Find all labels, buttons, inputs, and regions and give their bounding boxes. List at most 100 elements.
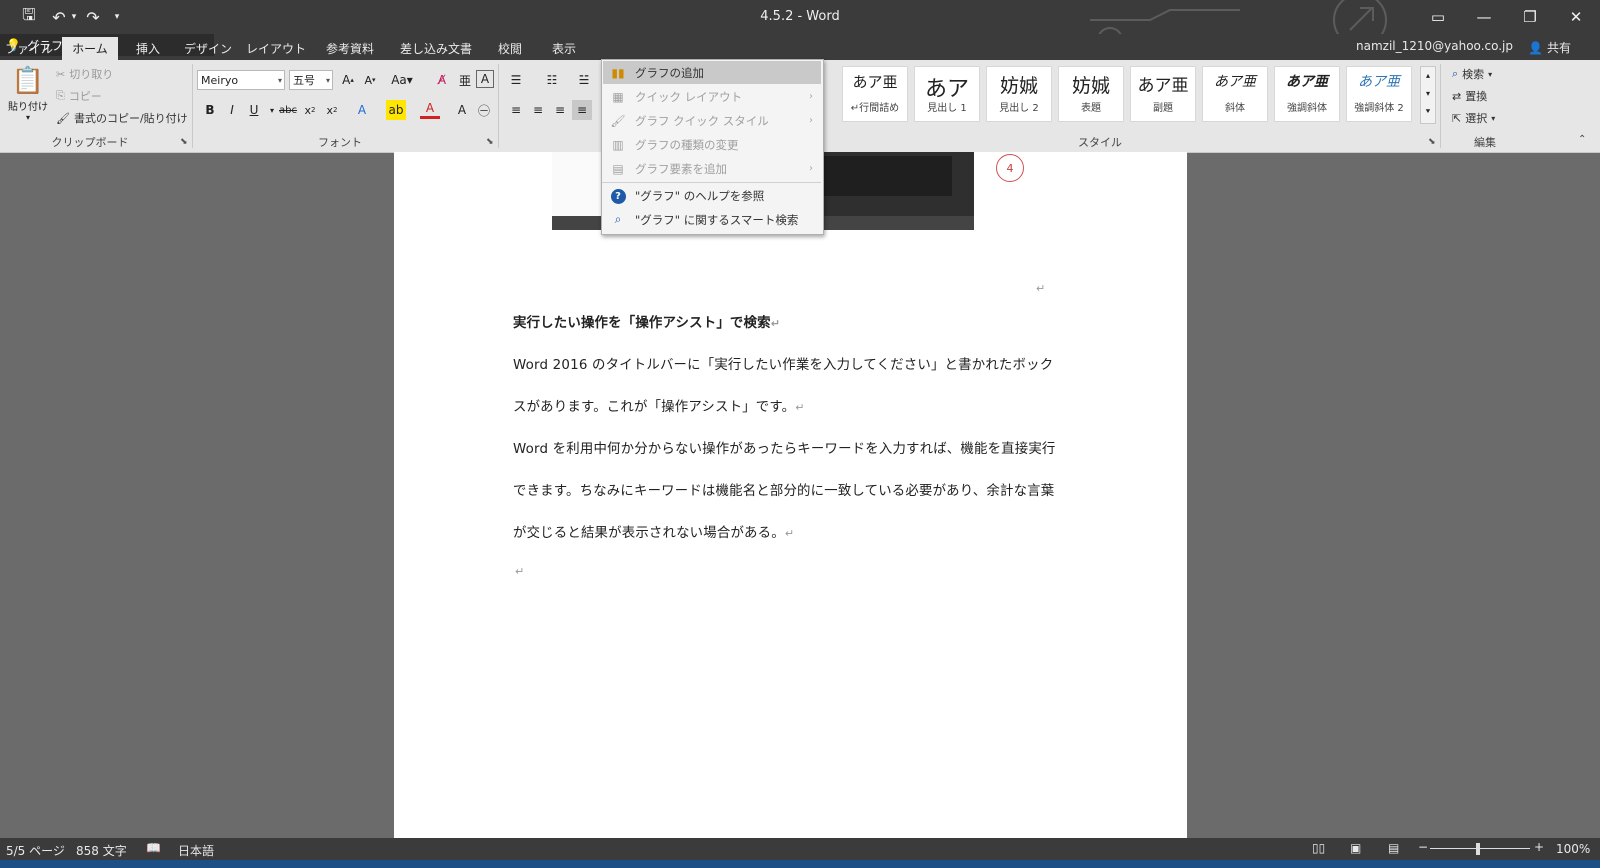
bold-icon[interactable]: B — [200, 100, 220, 120]
grow-font-icon[interactable]: A ▴ — [338, 70, 358, 90]
style-subtitle[interactable]: あア亜 副題 — [1130, 66, 1196, 122]
font-name-combo[interactable]: Meiryo ▾ — [197, 70, 285, 90]
language-indicator[interactable]: 日本語 — [178, 842, 214, 859]
character-shading-icon[interactable]: A — [452, 100, 472, 120]
strikethrough-icon[interactable]: abc — [278, 100, 298, 120]
menu-item-chart-quick-style[interactable]: 🖌 グラフ クイック スタイル › — [603, 109, 821, 132]
copy-label: コピー — [68, 90, 102, 103]
paragraph-mark: ↵ — [795, 401, 805, 414]
menu-item-label: "グラフ" のヘルプを参照 — [635, 188, 765, 203]
style-emphasis[interactable]: あア亜 斜体 — [1202, 66, 1268, 122]
chevron-right-icon: › — [809, 163, 813, 174]
style-heading-1[interactable]: あア 見出し 1 — [914, 66, 980, 122]
highlight-icon[interactable]: ab — [386, 100, 406, 120]
bullets-icon[interactable]: ☰ — [506, 70, 526, 90]
zoom-slider-thumb[interactable] — [1476, 843, 1480, 855]
font-dialog-launcher-icon[interactable]: ⬊ — [486, 137, 494, 147]
print-layout-icon[interactable]: ▣ — [1350, 841, 1361, 855]
phonetic-guide-icon[interactable]: 亜 — [455, 70, 475, 90]
align-left-icon[interactable]: ≡ — [506, 100, 526, 120]
subscript-icon[interactable]: x2 — [300, 100, 320, 120]
zoom-in-icon[interactable]: + — [1534, 840, 1544, 854]
web-layout-icon[interactable]: ▤ — [1388, 841, 1399, 855]
ribbon-display-options-icon[interactable]: ▭ — [1418, 4, 1458, 30]
minimize-icon[interactable]: — — [1464, 4, 1504, 30]
smart-search-icon: ⌕ — [614, 212, 622, 226]
word-count[interactable]: 858 文字 — [76, 842, 127, 859]
body-line: が交じると結果が表示されない場合がある。↵ — [513, 521, 794, 541]
proofing-icon[interactable]: 📖 — [146, 841, 161, 855]
cut-button[interactable]: ✂ 切り取り — [56, 66, 113, 82]
enclose-characters-icon[interactable]: ㊀ — [474, 100, 494, 120]
close-icon[interactable]: ✕ — [1556, 4, 1596, 30]
styles-gallery-scroller[interactable]: ▴ ▾ ⯆ — [1420, 66, 1436, 124]
text-effects-icon[interactable]: A — [352, 100, 372, 120]
collapse-ribbon-icon[interactable]: ⌃ — [1578, 134, 1586, 145]
tab-home[interactable]: ホーム — [62, 37, 118, 60]
change-case-icon[interactable]: Aa▾ — [388, 70, 416, 90]
justify-icon[interactable]: ≡ — [572, 100, 592, 120]
style-name: ↵行間詰め — [850, 103, 900, 114]
multilevel-list-icon[interactable]: ☱ — [574, 70, 594, 90]
italic-icon[interactable]: I — [222, 100, 242, 120]
character-border-icon[interactable]: A — [476, 70, 494, 88]
chevron-right-icon: › — [809, 91, 813, 102]
tab-insert[interactable]: 挿入 — [128, 37, 168, 60]
paste-button[interactable]: 📋 貼り付け ▾ — [6, 64, 50, 128]
style-intense-emphasis[interactable]: あア亜 強調斜体 — [1274, 66, 1340, 122]
format-painter-button[interactable]: 🖌 書式のコピー/貼り付け — [56, 110, 188, 126]
style-intense-emphasis-2[interactable]: あア亜 強調斜体 2 — [1346, 66, 1412, 122]
style-sample: あア亜 — [1358, 74, 1400, 90]
align-center-icon[interactable]: ≡ — [528, 100, 548, 120]
restore-icon[interactable]: ❐ — [1510, 4, 1550, 30]
style-name: 強調斜体 — [1287, 103, 1327, 114]
select-label: 選択 — [1465, 112, 1488, 125]
style-sample: あア亜 — [1137, 76, 1189, 96]
menu-item-get-help[interactable]: ? "グラフ" のヘルプを参照 — [603, 184, 821, 207]
style-name: 副題 — [1153, 103, 1173, 114]
tab-layout[interactable]: レイアウト — [244, 37, 308, 60]
select-button[interactable]: ⇱ 選択 ▾ — [1452, 110, 1495, 126]
zoom-level[interactable]: 100% — [1556, 842, 1590, 856]
paragraph-mark: ↵ — [515, 565, 525, 578]
clipboard-dialog-launcher-icon[interactable]: ⬊ — [180, 137, 188, 147]
align-right-icon[interactable]: ≡ — [550, 100, 570, 120]
styles-dialog-launcher-icon[interactable]: ⬊ — [1428, 137, 1436, 147]
font-size-value: 五号 — [293, 74, 315, 87]
zoom-slider-track[interactable] — [1430, 848, 1530, 849]
page-count[interactable]: 5/5 ページ — [6, 842, 65, 859]
menu-item-label: グラフ要素を追加 — [635, 161, 727, 176]
copy-button[interactable]: ⎘ コピー — [56, 88, 102, 104]
style-heading-2[interactable]: 妨娍 見出し 2 — [986, 66, 1052, 122]
ribbon-tab-bar: ファイル ホーム 挿入 デザイン レイアウト 参考資料 差し込み文書 校閲 表示… — [0, 34, 1600, 60]
paragraph-mark: ↵ — [784, 527, 795, 540]
tab-file[interactable]: ファイル — [4, 37, 54, 60]
style-no-spacing[interactable]: あア亜 ↵行間詰め — [842, 66, 908, 122]
tab-mailings[interactable]: 差し込み文書 — [394, 37, 478, 60]
shrink-font-icon[interactable]: A ▾ — [360, 70, 380, 90]
menu-item-change-chart-type[interactable]: ▥ グラフの種類の変更 — [603, 133, 821, 156]
numbering-icon[interactable]: ☷ — [542, 70, 562, 90]
underline-icon[interactable]: U — [244, 100, 264, 120]
tab-view[interactable]: 表示 — [544, 37, 584, 60]
style-title[interactable]: 妨娍 表題 — [1058, 66, 1124, 122]
clear-formatting-icon[interactable]: A̸ — [432, 70, 452, 90]
group-separator — [1440, 64, 1441, 148]
menu-item-smart-lookup[interactable]: ⌕ "グラフ" に関するスマート検索 — [603, 208, 821, 231]
menu-item-add-chart-element[interactable]: ▤ グラフ要素を追加 › — [603, 157, 821, 180]
find-button[interactable]: ⌕ 検索 ▾ — [1452, 66, 1492, 82]
superscript-icon[interactable]: x2 — [322, 100, 342, 120]
replace-button[interactable]: ⇄ 置換 — [1452, 88, 1487, 104]
zoom-out-icon[interactable]: − — [1418, 840, 1428, 854]
read-mode-icon[interactable]: ▯▯ — [1312, 841, 1325, 855]
font-size-combo[interactable]: 五号 ▾ — [289, 70, 333, 90]
tab-review[interactable]: 校閲 — [490, 37, 530, 60]
font-color-icon[interactable]: A — [420, 100, 440, 119]
search-icon: ⌕ — [1452, 67, 1459, 80]
menu-item-quick-layout[interactable]: ▦ クイック レイアウト › — [603, 85, 821, 108]
share-button[interactable]: 👤 共有 — [1528, 39, 1571, 56]
tab-design[interactable]: デザイン — [180, 37, 236, 60]
menu-item-insert-chart[interactable]: ▮▮ グラフの追加 — [603, 61, 821, 84]
account-name[interactable]: namzil_1210@yahoo.co.jp — [1356, 39, 1513, 53]
tab-references[interactable]: 参考資料 — [318, 37, 382, 60]
